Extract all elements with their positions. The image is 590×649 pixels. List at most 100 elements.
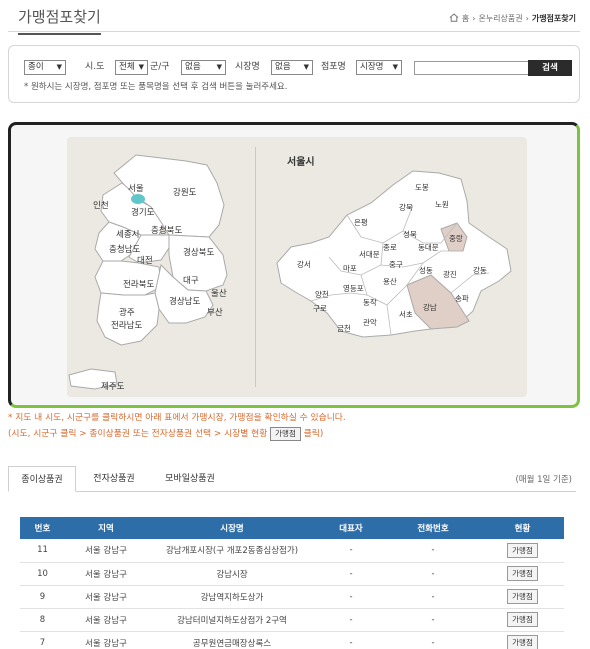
chevron-down-icon: ▼ — [303, 63, 309, 71]
info-line-2: (시도, 시군구 클릭 > 종이상품권 또는 전자상품권 선택 > 시장별 현황… — [8, 426, 346, 442]
franchise-button[interactable]: 가맹점 — [507, 635, 538, 649]
district-label[interactable]: 서초 — [399, 310, 413, 319]
cell-rep: - — [317, 631, 385, 649]
market-select[interactable]: 없음 ▼ — [271, 60, 313, 75]
tab-mobile[interactable]: 모바일상품권 — [152, 466, 228, 492]
district-label[interactable]: 도봉 — [415, 183, 429, 192]
district-label[interactable]: 중랑 — [449, 234, 463, 243]
date-note: (매월 1일 기준) — [515, 475, 572, 485]
col-header-status: 현황 — [481, 517, 564, 539]
cell-region: 서울 강남구 — [65, 539, 147, 563]
cell-no: 9 — [20, 585, 65, 609]
cell-market: 공무원연금매장상록스 — [147, 631, 317, 649]
district-label[interactable]: 동작 — [363, 297, 377, 307]
cell-rep: - — [317, 608, 385, 632]
breadcrumb-home[interactable]: 홈 — [462, 13, 469, 24]
district-label[interactable]: 종로 — [383, 243, 397, 252]
franchise-sample-button: 가맹점 — [270, 426, 301, 441]
breadcrumb: 홈 › 온누리상품권 › 가맹점포찾기 — [449, 13, 576, 24]
search-panel: 종이 ▼ 시.도 전체 ▼ 군/구 없음 ▼ 시장명 없음 ▼ 점포명 시장명 ▼ 검색 … — [8, 45, 580, 103]
franchise-button[interactable]: 가맹점 — [507, 542, 538, 558]
district-label[interactable]: 용산 — [383, 276, 397, 286]
home-icon[interactable] — [449, 13, 459, 24]
district-label[interactable]: 성북 — [403, 230, 417, 239]
cell-phone: - — [385, 539, 481, 563]
search-input[interactable] — [414, 61, 529, 75]
info-line-2-end: 클릭) — [303, 429, 324, 439]
table-row: 8 서울 강남구 강남터미널지하도상점가 2구역 - - 가맹점 — [20, 608, 564, 632]
tab-electronic[interactable]: 전자상품권 — [80, 466, 148, 492]
cell-market: 강남개포시장(구 개포2동종심상점가) — [147, 539, 317, 563]
info-line-1: * 지도 내 시도, 시군구를 클릭하시면 아래 표에서 가맹시장, 가맹점을 … — [8, 413, 346, 423]
chevron-right-icon: › — [472, 14, 476, 23]
franchise-button[interactable]: 가맹점 — [507, 589, 538, 604]
cell-no: 10 — [20, 562, 65, 586]
cell-market: 강남역지하도상가 — [147, 585, 317, 609]
cell-status: 가맹점 — [481, 631, 564, 649]
col-header-region: 지역 — [65, 517, 147, 539]
district-label[interactable]: 양천 — [315, 289, 329, 299]
page-title: 가맹점포찾기 — [18, 6, 101, 35]
chevron-down-icon: ▼ — [138, 63, 144, 71]
store-value: 시장명 — [360, 62, 384, 72]
district-label[interactable]: 강남 — [423, 302, 437, 312]
cell-region: 서울 강남구 — [65, 562, 147, 586]
district-label[interactable]: 구로 — [313, 304, 327, 313]
chevron-right-icon: › — [525, 14, 529, 23]
cell-no: 7 — [20, 631, 65, 649]
district-label[interactable]: 노원 — [435, 200, 449, 209]
store-select[interactable]: 시장명 ▼ — [356, 60, 402, 75]
info-line-2-text: (시도, 시군구 클릭 > 종이상품권 또는 전자상품권 선택 > 시장별 현황 — [8, 429, 268, 439]
page-header: 가맹점포찾기 홈 › 온누리상품권 › 가맹점포찾기 — [8, 0, 580, 35]
gungu-label: 군/구 — [150, 62, 170, 72]
district-label[interactable]: 중구 — [389, 260, 403, 269]
map-info: * 지도 내 시도, 시군구를 클릭하시면 아래 표에서 가맹시장, 가맹점을 … — [8, 410, 346, 442]
breadcrumb-current: 가맹점포찾기 — [531, 14, 576, 23]
sido-value: 전체 — [119, 62, 135, 72]
district-label[interactable]: 강서 — [297, 259, 311, 269]
district-label[interactable]: 강북 — [399, 202, 413, 212]
cell-status: 가맹점 — [481, 608, 564, 632]
franchise-button[interactable]: 가맹점 — [507, 566, 538, 581]
cell-rep: - — [317, 539, 385, 563]
cell-rep: - — [317, 562, 385, 586]
chevron-down-icon: ▼ — [392, 63, 398, 71]
district-label[interactable]: 송파 — [455, 294, 469, 303]
cell-status: 가맹점 — [481, 539, 564, 563]
voucher-tabs: 종이상품권 전자상품권 모바일상품권 (매월 1일 기준) — [8, 466, 576, 492]
market-table: 번호 지역 시장명 대표자 전화번호 현황 11 서울 강남구 강남개포시장(구… — [20, 517, 564, 649]
district-label[interactable]: 동대문 — [418, 243, 439, 252]
search-note: * 원하시는 시장명, 점포명 또는 품목명을 선택 후 검색 버튼을 눌러주세… — [24, 82, 288, 92]
cell-region: 서울 강남구 — [65, 631, 147, 649]
col-header-no: 번호 — [20, 517, 65, 539]
col-header-phone: 전화번호 — [385, 517, 481, 539]
cell-phone: - — [385, 608, 481, 632]
tab-paper[interactable]: 종이상품권 — [8, 466, 76, 492]
district-label[interactable]: 관악 — [363, 317, 377, 327]
district-label[interactable]: 강동 — [473, 265, 487, 275]
gungu-value: 없음 — [185, 62, 201, 72]
district-label[interactable]: 광진 — [443, 269, 457, 279]
district-label[interactable]: 성동 — [419, 266, 433, 275]
seoul-map[interactable]: 서울시 도봉 강북 노원 은평 성북 중랑 종로 동대문 서대문 마포 중구 강… — [11, 125, 580, 405]
gungu-select[interactable]: 없음 ▼ — [181, 60, 226, 75]
voucher-type-value: 종이 — [28, 62, 44, 72]
search-button[interactable]: 검색 — [528, 60, 572, 76]
table-row: 11 서울 강남구 강남개포시장(구 개포2동종심상점가) - - 가맹점 — [20, 539, 564, 563]
cell-status: 가맹점 — [481, 562, 564, 586]
voucher-type-select[interactable]: 종이 ▼ — [24, 60, 66, 75]
store-label: 점포명 — [321, 62, 346, 72]
district-label[interactable]: 은평 — [354, 217, 368, 227]
district-label[interactable]: 금천 — [337, 323, 351, 333]
breadcrumb-onnuri[interactable]: 온누리상품권 — [478, 13, 522, 24]
chevron-down-icon: ▼ — [216, 63, 222, 71]
sido-select[interactable]: 전체 ▼ — [115, 60, 148, 75]
district-label[interactable]: 마포 — [343, 264, 357, 273]
cell-no: 8 — [20, 608, 65, 632]
cell-region: 서울 강남구 — [65, 585, 147, 609]
district-label[interactable]: 서대문 — [359, 250, 380, 259]
franchise-button[interactable]: 가맹점 — [507, 612, 538, 627]
table-row: 10 서울 강남구 강남시장 - - 가맹점 — [20, 562, 564, 586]
district-label[interactable]: 영등포 — [343, 283, 364, 293]
cell-region: 서울 강남구 — [65, 608, 147, 632]
